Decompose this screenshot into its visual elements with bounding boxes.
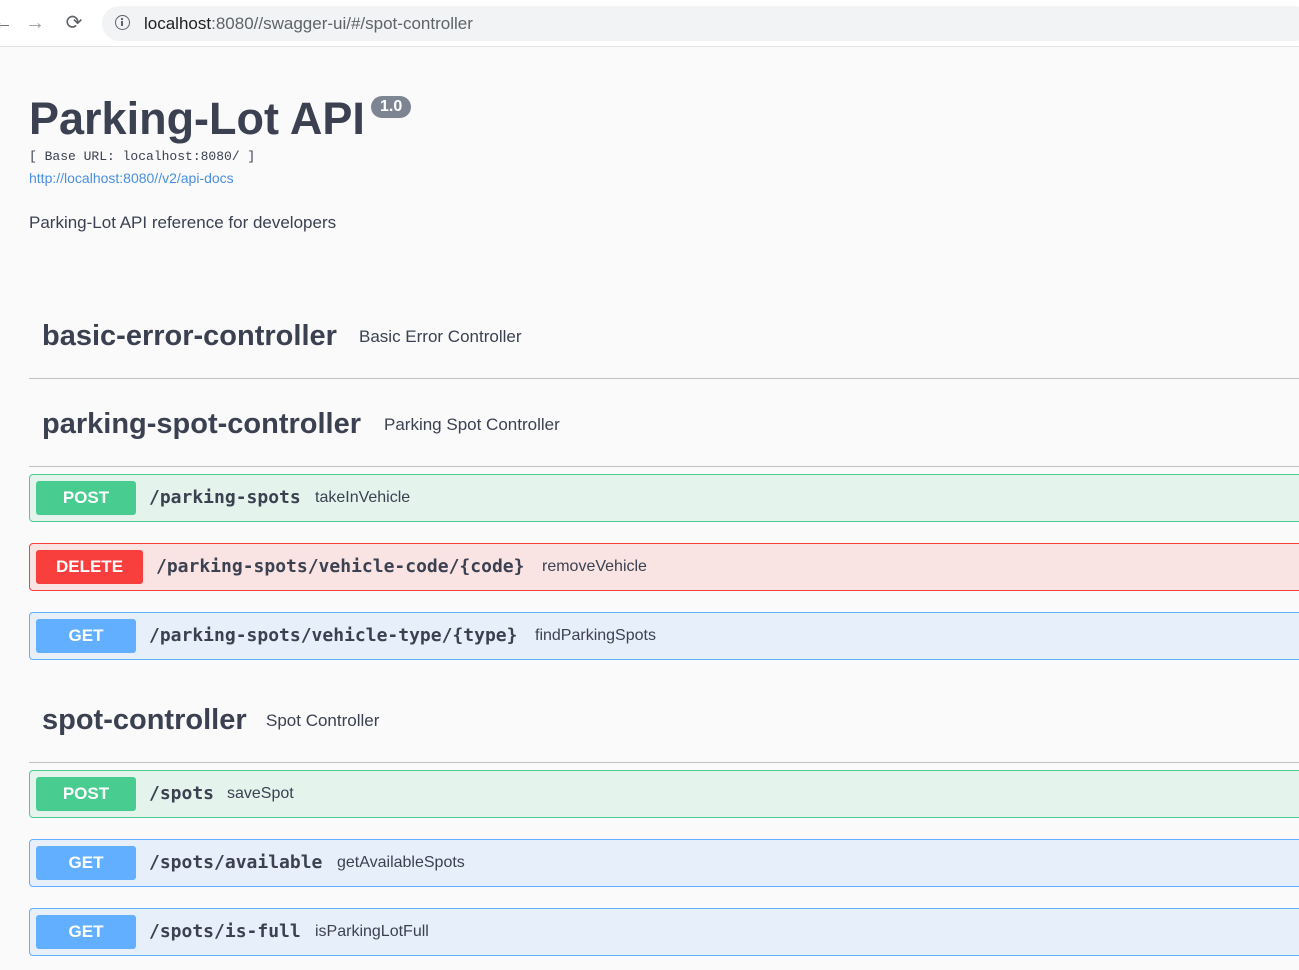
api-description: Parking-Lot API reference for developers [29,213,337,232]
operation-path: /parking-spots [149,487,301,508]
forward-icon[interactable]: → [22,10,48,36]
operation-delete-vehicle-code[interactable]: DELETE /parking-spots/vehicle-code/{code… [29,543,1299,591]
back-icon[interactable]: ← [0,10,16,36]
operation-summary: getAvailableSpots [337,854,465,871]
operation-path: /parking-spots/vehicle-type/{type} [149,625,518,646]
method-badge: GET [36,619,136,653]
tag-description: Basic Error Controller [359,327,522,346]
operation-summary: saveSpot [227,785,294,802]
version-badge: 1.0 [371,96,412,118]
operation-post-spots[interactable]: POST /spots saveSpot [29,770,1299,818]
reload-icon[interactable]: ⟳ [61,10,87,36]
method-badge: GET [36,846,136,880]
browser-toolbar: ← → ⟳ localhost:8080//swagger-ui/#/spot-… [0,0,1299,47]
operation-get-spots-is-full[interactable]: GET /spots/is-full isParkingLotFull [29,908,1299,956]
operation-summary: findParkingSpots [535,627,656,644]
operation-summary: isParkingLotFull [315,923,429,940]
operation-get-spots-available[interactable]: GET /spots/available getAvailableSpots [29,839,1299,887]
operation-summary: takeInVehicle [315,489,411,506]
address-url[interactable]: localhost:8080//swagger-ui/#/spot-contro… [144,14,473,34]
operation-path: /parking-spots/vehicle-code/{code} [156,556,525,577]
tag-name: parking-spot-controller [42,408,362,440]
method-badge: POST [36,777,136,811]
site-info-icon[interactable] [115,15,130,30]
address-bar[interactable]: localhost:8080//swagger-ui/#/spot-contro… [102,6,1299,41]
tag-name: basic-error-controller [42,320,337,352]
tag-description: Spot Controller [266,711,380,730]
operation-path: /spots/is-full [149,921,301,942]
tag-name: spot-controller [42,704,247,736]
api-title: Parking-Lot API [29,93,365,144]
method-badge: GET [36,915,136,949]
operation-get-vehicle-type[interactable]: GET /parking-spots/vehicle-type/{type} f… [29,612,1299,660]
tag-spot-controller[interactable]: spot-controller Spot Controller [29,694,1299,763]
operation-path: /spots [149,783,215,804]
method-badge: POST [36,481,136,515]
tag-parking-spot-controller[interactable]: parking-spot-controller Parking Spot Con… [29,398,1299,467]
tag-basic-error-controller[interactable]: basic-error-controller Basic Error Contr… [29,310,1299,379]
tag-description: Parking Spot Controller [384,415,560,434]
operation-post-parking-spots[interactable]: POST /parking-spots takeInVehicle [29,474,1299,522]
api-docs-link[interactable]: http://localhost:8080//v2/api-docs [29,170,234,186]
operation-summary: removeVehicle [542,558,647,575]
base-url: [ Base URL: localhost:8080/ ] [29,149,256,164]
operation-path: /spots/available [149,852,323,873]
method-badge: DELETE [36,550,143,584]
